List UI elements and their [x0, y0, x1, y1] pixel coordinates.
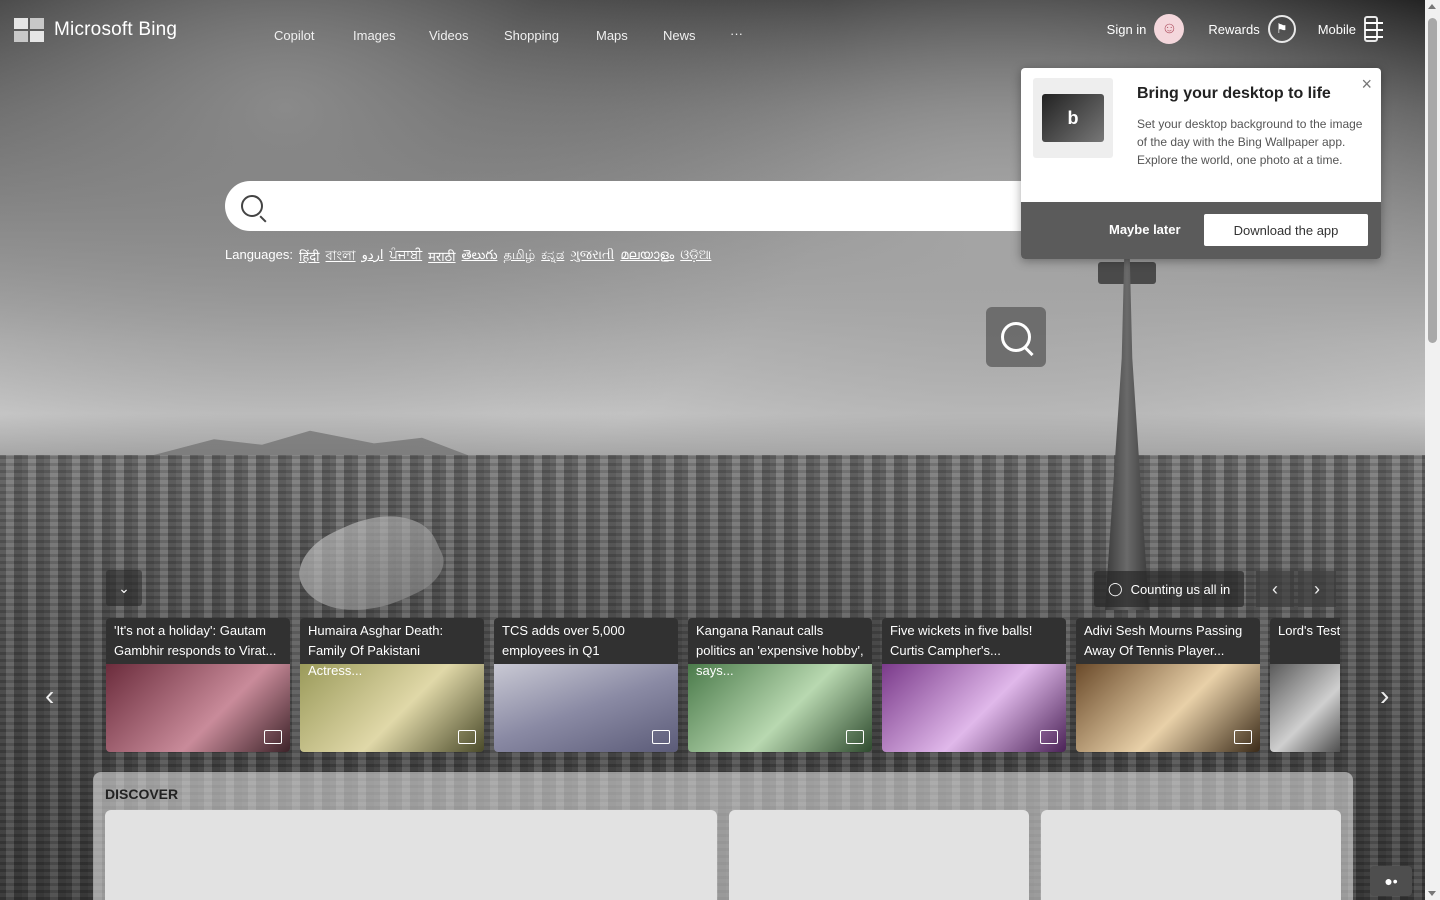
- read-icon: [846, 730, 864, 744]
- feedback-button[interactable]: ●•: [1370, 866, 1412, 896]
- bing-logo[interactable]: Microsoft Bing: [14, 18, 177, 42]
- news-card-title: Five wickets in five balls! Curtis Camph…: [882, 618, 1066, 664]
- nav-more[interactable]: ···: [730, 26, 743, 41]
- chevron-left-icon: ‹: [1272, 578, 1278, 599]
- read-icon: [458, 730, 476, 744]
- nav-news[interactable]: News: [663, 28, 696, 43]
- popup-footer: Maybe later Download the app: [1021, 202, 1381, 259]
- location-label: Counting us all in: [1130, 581, 1231, 597]
- lang-urdu[interactable]: اردو: [362, 247, 384, 268]
- nav-copilot[interactable]: Copilot: [274, 28, 314, 43]
- hamburger-menu-icon[interactable]: [1365, 22, 1383, 38]
- news-card-title: Adivi Sesh Mourns Passing Away Of Tennis…: [1076, 618, 1260, 664]
- news-card-image: [106, 664, 290, 752]
- search-box: [225, 181, 1095, 231]
- discover-heading: DISCOVER: [105, 786, 179, 802]
- news-card-title: Humaira Asghar Death: Family Of Pakistan…: [300, 618, 484, 678]
- read-icon: [1040, 730, 1058, 744]
- news-card[interactable]: Lord's Test: Jurel keepi...: [1270, 618, 1340, 752]
- discover-card[interactable]: [1041, 810, 1341, 900]
- lang-gujarati[interactable]: ગુજરાતી: [570, 247, 614, 268]
- sign-in-button[interactable]: Sign in ☺: [1107, 14, 1185, 44]
- microsoft-logo-icon: [14, 18, 46, 42]
- location-button[interactable]: ◯ Counting us all in: [1094, 571, 1245, 607]
- scrollbar-thumb[interactable]: [1428, 18, 1437, 343]
- visual-search-icon: [1001, 322, 1031, 352]
- header-actions: Sign in ☺ Rewards ⚑ Mobile: [1107, 14, 1378, 44]
- news-carousel: 'It's not a holiday': Gautam Gambhir res…: [106, 618, 1340, 754]
- news-card[interactable]: Adivi Sesh Mourns Passing Away Of Tennis…: [1076, 618, 1260, 752]
- rewards-label: Rewards: [1208, 21, 1260, 37]
- languages-label: Languages:: [225, 247, 293, 262]
- news-card-title: TCS adds over 5,000 employees in Q1: [494, 618, 678, 664]
- popup-title: Bring your desktop to life: [1137, 85, 1331, 102]
- trophy-icon: ⚑: [1267, 15, 1296, 43]
- maybe-later-button[interactable]: Maybe later: [1109, 222, 1181, 237]
- scroll-up-arrow-icon[interactable]: [1428, 4, 1436, 9]
- rewards-button[interactable]: Rewards ⚑: [1208, 15, 1296, 43]
- lang-hindi[interactable]: हिंदी: [299, 247, 320, 268]
- scroll-right-icon[interactable]: ›: [1380, 680, 1389, 712]
- mountains: [150, 430, 470, 456]
- lang-kannada[interactable]: ಕನ್ನಡ: [541, 247, 564, 268]
- scroll-left-icon[interactable]: ‹: [45, 680, 54, 712]
- sign-in-label: Sign in: [1106, 21, 1147, 37]
- chevron-right-icon: ›: [1314, 578, 1320, 599]
- skytree-tower: [1105, 250, 1149, 610]
- news-card-image: [882, 664, 1066, 752]
- news-card-title: Kangana Ranaut calls politics an 'expens…: [688, 618, 872, 678]
- news-card[interactable]: Kangana Ranaut calls politics an 'expens…: [688, 618, 872, 752]
- lang-malayalam[interactable]: മലയാളം: [620, 247, 674, 268]
- bing-b-icon: b: [1042, 94, 1104, 142]
- discover-card[interactable]: [105, 810, 717, 900]
- scroll-down-arrow-icon[interactable]: [1428, 891, 1436, 896]
- search-icon[interactable]: [241, 195, 263, 217]
- close-icon[interactable]: ×: [1361, 74, 1372, 95]
- news-prev-button[interactable]: ‹: [1256, 571, 1294, 607]
- popup-body: Set your desktop background to the image…: [1137, 117, 1363, 167]
- collapse-news-button[interactable]: ⌄: [106, 570, 142, 606]
- nav-videos[interactable]: Videos: [429, 28, 469, 43]
- nav-images[interactable]: Images: [353, 28, 396, 43]
- news-card[interactable]: Humaira Asghar Death: Family Of Pakistan…: [300, 618, 484, 752]
- news-card[interactable]: 'It's not a holiday': Gautam Gambhir res…: [106, 618, 290, 752]
- nav-shopping[interactable]: Shopping: [504, 28, 559, 43]
- lang-bengali[interactable]: বাংলা: [326, 247, 356, 268]
- lang-punjabi[interactable]: ਪੰਜਾਬੀ: [390, 247, 423, 268]
- language-bar: Languages: हिंदी বাংলা اردو ਪੰਜਾਬੀ मराठी…: [225, 247, 711, 268]
- vertical-scrollbar[interactable]: [1425, 0, 1440, 900]
- news-card-title: Lord's Test: Jurel keepi...: [1270, 618, 1340, 664]
- wallpaper-app-popup: b Bring your desktop to life Set your de…: [1021, 68, 1381, 259]
- user-avatar-icon: ☺: [1154, 14, 1185, 44]
- news-next-button[interactable]: ›: [1298, 571, 1336, 607]
- nav-maps[interactable]: Maps: [596, 28, 628, 43]
- download-app-button[interactable]: Download the app: [1204, 214, 1368, 246]
- logo-text: Microsoft Bing: [54, 19, 178, 40]
- read-icon: [652, 730, 670, 744]
- discover-card[interactable]: [729, 810, 1029, 900]
- location-pin-icon: ◯: [1108, 581, 1123, 596]
- news-card[interactable]: Five wickets in five balls! Curtis Camph…: [882, 618, 1066, 752]
- news-card-image: [1076, 664, 1260, 752]
- read-icon: [264, 730, 282, 744]
- visual-search-button[interactable]: [986, 307, 1046, 367]
- discover-section: DISCOVER: [93, 772, 1353, 900]
- lang-telugu[interactable]: తెలుగు: [462, 247, 498, 268]
- chevron-down-icon: ⌄: [118, 579, 130, 596]
- mobile-label: Mobile: [1317, 21, 1356, 37]
- wallpaper-app-image: b: [1033, 78, 1113, 158]
- feedback-icon: ●•: [1384, 873, 1398, 889]
- lang-odia[interactable]: ଓଡ଼ିଆ: [680, 247, 711, 268]
- search-input[interactable]: [275, 194, 1035, 218]
- lang-marathi[interactable]: मराठी: [428, 247, 455, 268]
- news-card-image: [1270, 664, 1340, 752]
- news-card-title: 'It's not a holiday': Gautam Gambhir res…: [106, 618, 290, 664]
- news-card-image: [494, 664, 678, 752]
- read-icon: [1234, 730, 1252, 744]
- lang-tamil[interactable]: தமிழ்: [503, 247, 535, 268]
- news-card[interactable]: TCS adds over 5,000 employees in Q1: [494, 618, 678, 752]
